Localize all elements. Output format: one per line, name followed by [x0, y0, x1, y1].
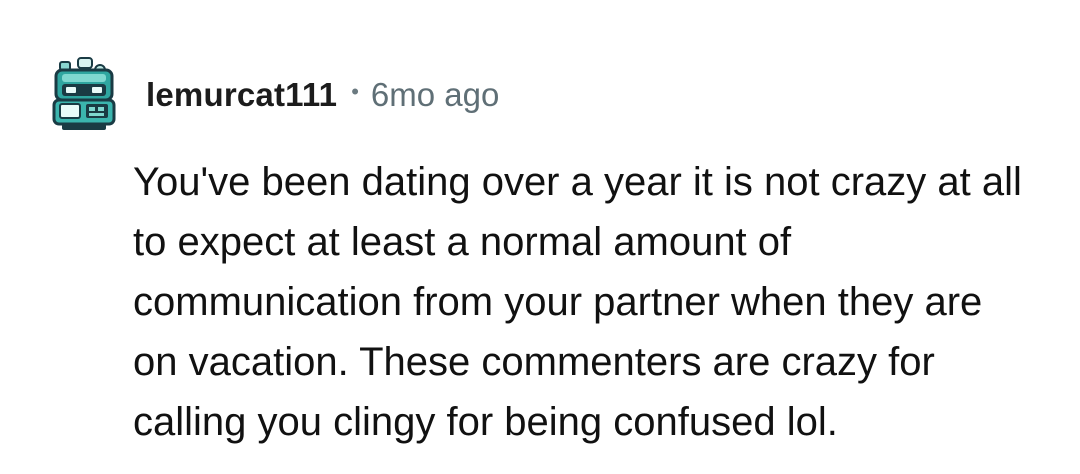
meta-separator: •: [351, 79, 359, 104]
user-avatar[interactable]: [48, 56, 120, 132]
username-link[interactable]: lemurcat111: [146, 76, 337, 114]
comment-header: lemurcat111 • 6mo ago: [146, 72, 499, 118]
robot-avatar-icon: [52, 57, 116, 130]
comment-timestamp: 6mo ago: [370, 76, 500, 113]
comment-card: lemurcat111 • 6mo ago You've been dating…: [0, 0, 1080, 474]
comment-body: You've been dating over a year it is not…: [133, 160, 1022, 444]
